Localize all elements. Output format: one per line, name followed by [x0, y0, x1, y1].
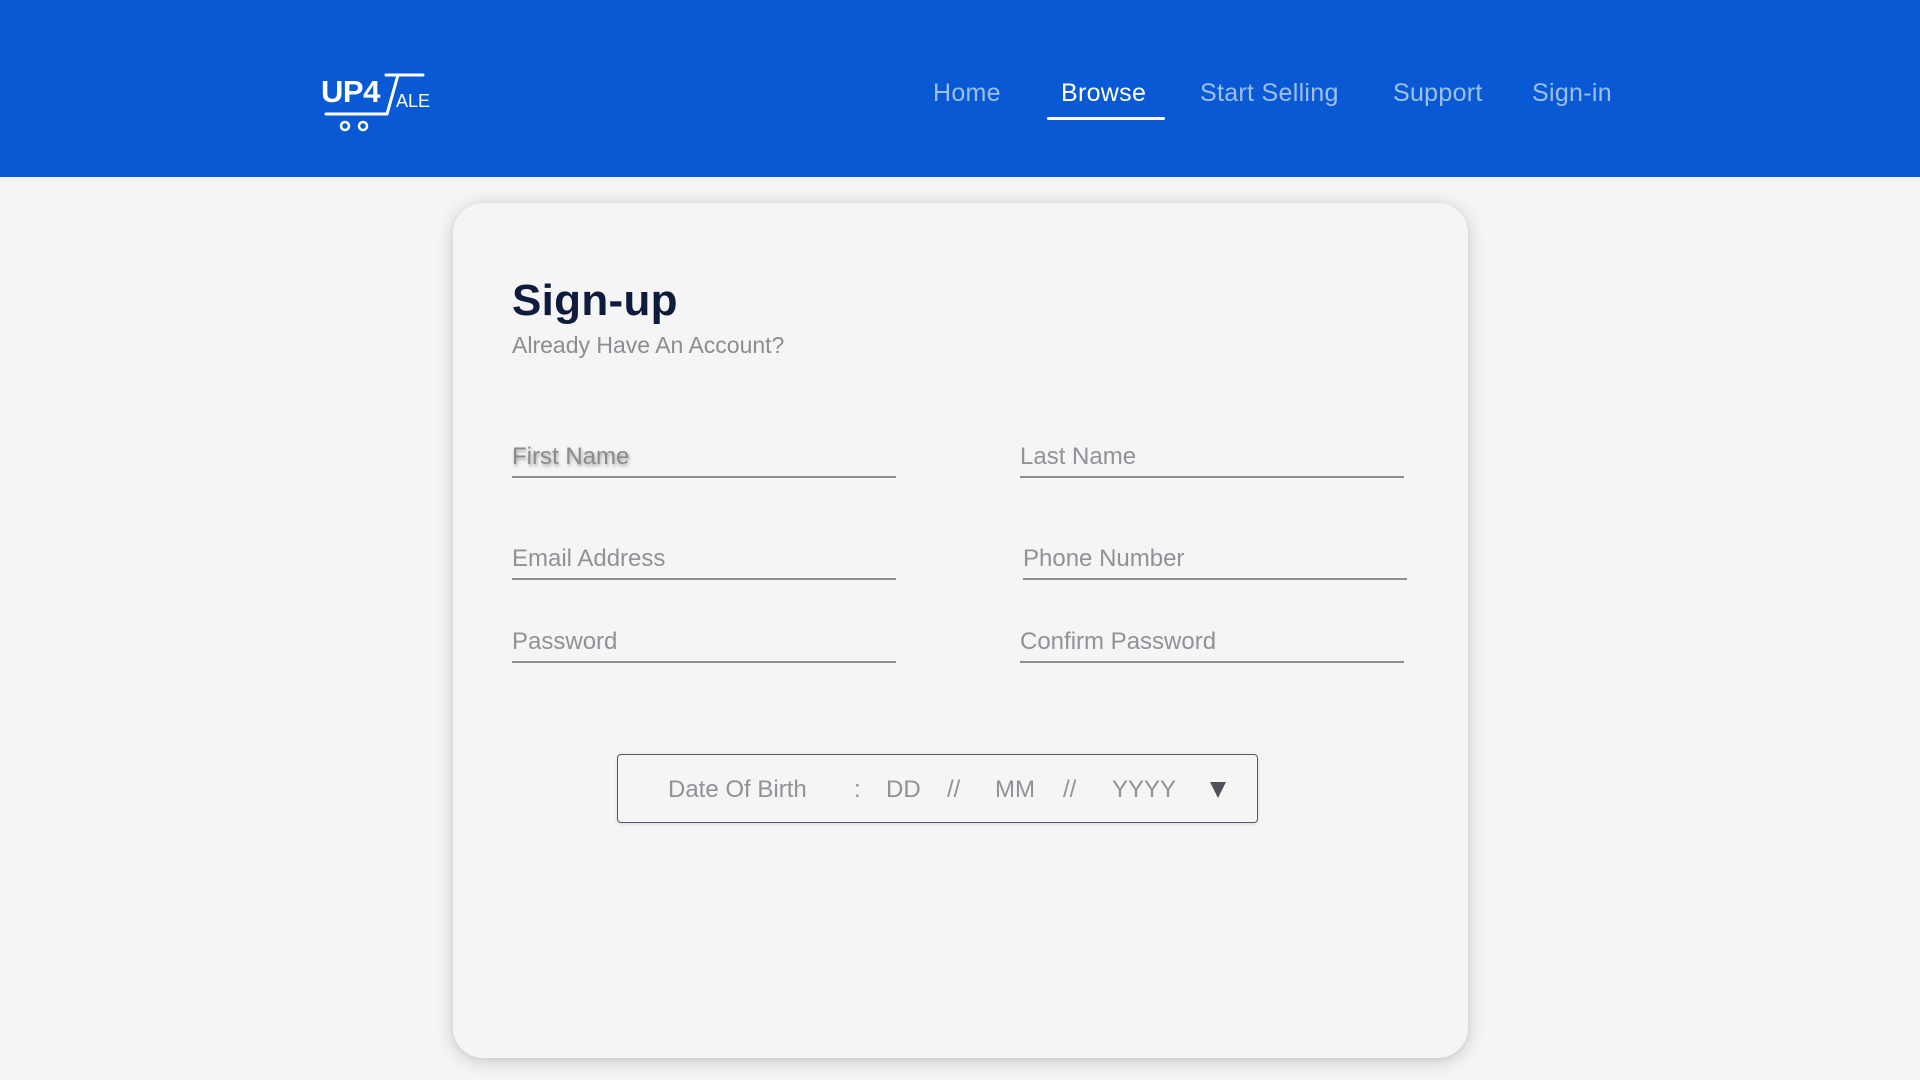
nav-sign-in-link[interactable]: Sign-in	[1532, 77, 1612, 109]
last-name-input[interactable]	[1020, 442, 1404, 478]
brand-name: UP4	[321, 74, 380, 109]
email-input[interactable]	[512, 544, 896, 580]
date-of-birth-select[interactable]: Date Of Birth : DD // MM // YYYY	[617, 754, 1258, 823]
dob-colon: :	[854, 776, 861, 803]
first-name-input[interactable]	[512, 442, 896, 478]
phone-input[interactable]	[1023, 544, 1407, 580]
nav-browse-link[interactable]: Browse	[1061, 77, 1146, 109]
password-input[interactable]	[512, 627, 896, 663]
dob-day: DD	[886, 776, 921, 803]
dob-separator: //	[947, 776, 961, 803]
already-have-account-link[interactable]: Already Have An Account?	[512, 334, 784, 357]
dob-month: MM	[995, 776, 1035, 803]
brand-suffix: ALE	[396, 91, 431, 111]
dob-label: Date Of Birth	[668, 776, 807, 803]
signup-card: Sign-up Already Have An Account? Date Of…	[453, 203, 1468, 1058]
caret-down-icon[interactable]	[1210, 782, 1226, 798]
dob-separator: //	[1063, 776, 1077, 803]
top-navbar: UP4 ALE Home Browse Start Selling Suppor…	[0, 0, 1920, 177]
dob-year: YYYY	[1112, 776, 1177, 803]
nav-start-selling-link[interactable]: Start Selling	[1200, 77, 1339, 109]
brand-logo[interactable]: UP4 ALE	[318, 70, 438, 136]
confirm-password-input[interactable]	[1020, 627, 1404, 663]
nav-support-link[interactable]: Support	[1393, 77, 1483, 109]
nav-active-indicator	[1047, 117, 1165, 120]
nav-home-link[interactable]: Home	[933, 77, 1001, 109]
page-title: Sign-up	[512, 276, 678, 325]
